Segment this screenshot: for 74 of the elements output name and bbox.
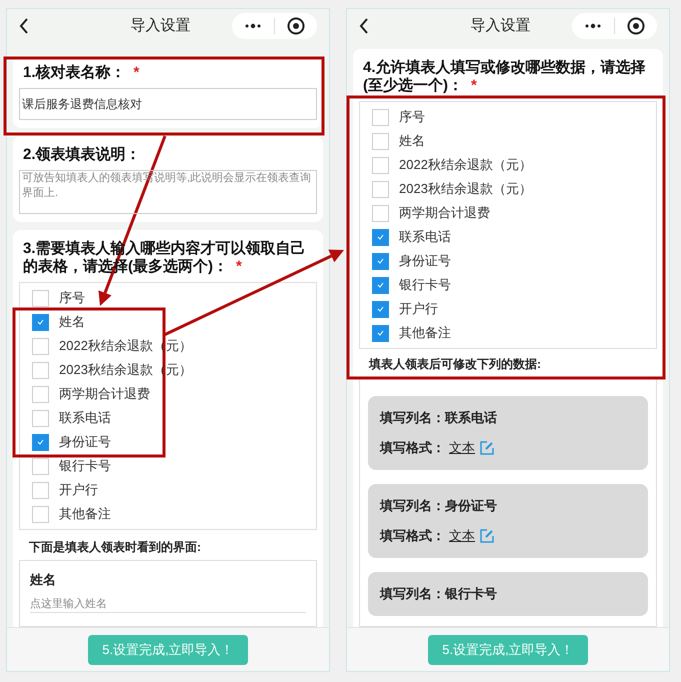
option-label: 联系电话 — [399, 228, 451, 246]
option-label: 2023秋结余退款（元） — [399, 180, 532, 198]
target-icon[interactable] — [627, 17, 645, 35]
check-icon — [377, 306, 384, 312]
preview-label: 姓名 — [30, 571, 57, 589]
checkbox[interactable] — [32, 458, 49, 474]
option-label: 其他备注 — [399, 324, 451, 342]
checkbox[interactable] — [372, 300, 389, 318]
checkbox[interactable] — [32, 314, 49, 330]
checkbox[interactable] — [32, 506, 49, 522]
edit-icon[interactable] — [479, 440, 495, 456]
checkbox[interactable] — [372, 180, 389, 198]
input-field[interactable]: 课后服务退费信息核对 — [19, 88, 317, 120]
check-icon — [377, 234, 384, 240]
option-label: 序号 — [59, 289, 85, 308]
checkbox[interactable] — [32, 338, 49, 354]
option-label: 联系电话 — [59, 409, 111, 428]
caption: 下面是填表人领表时看到的界面: — [28, 539, 202, 554]
check-icon — [37, 319, 44, 325]
format-label: 填写格式： — [380, 439, 445, 458]
column-name: 填写列名：联系电话 — [380, 409, 498, 427]
check-icon — [377, 282, 384, 288]
format-link[interactable]: 文本 — [449, 526, 475, 546]
option-label: 银行卡号 — [59, 457, 111, 476]
section-title: 4.允许填表人填写或修改哪些数据，请选择(至少选一个)： * — [362, 59, 647, 95]
checkbox[interactable] — [372, 108, 389, 126]
option-label: 开户行 — [59, 481, 98, 500]
caption: 填表人领表后可修改下列的数据: — [368, 356, 542, 371]
capsule-menu[interactable] — [232, 13, 317, 39]
check-icon — [37, 439, 44, 445]
section-title: 2.领表填表说明： — [22, 146, 142, 164]
option-label: 开户行 — [399, 300, 438, 318]
checkbox[interactable] — [32, 386, 49, 402]
checkbox[interactable] — [372, 228, 389, 246]
target-icon[interactable] — [287, 17, 305, 35]
checkbox[interactable] — [32, 290, 49, 306]
checkbox[interactable] — [372, 324, 389, 342]
section-title: 1.核对表名称： * — [22, 64, 140, 82]
option-label: 2022秋结余退款（元） — [59, 337, 192, 356]
format-label: 填写格式： — [380, 527, 445, 546]
option-label: 序号 — [399, 108, 425, 126]
option-label: 姓名 — [399, 132, 425, 150]
option-label: 2022秋结余退款（元） — [399, 156, 532, 174]
page-title: 导入设置 — [130, 16, 190, 36]
checkbox[interactable] — [372, 252, 389, 270]
checkbox[interactable] — [372, 276, 389, 294]
option-label: 两学期合计退费 — [59, 385, 150, 404]
checkbox[interactable] — [32, 434, 49, 450]
page-title: 导入设置 — [470, 16, 530, 36]
check-icon — [377, 258, 384, 264]
option-label: 其他备注 — [59, 505, 111, 524]
checkbox[interactable] — [372, 156, 389, 174]
format-link[interactable]: 文本 — [449, 438, 475, 458]
capsule-menu[interactable] — [572, 13, 657, 39]
option-label: 银行卡号 — [399, 276, 451, 294]
checkbox[interactable] — [372, 204, 389, 222]
back-icon[interactable] — [359, 18, 369, 34]
checkbox[interactable] — [32, 410, 49, 426]
back-icon[interactable] — [19, 18, 29, 34]
column-name: 填写列名：身份证号 — [380, 497, 498, 515]
option-label: 2023秋结余退款（元） — [59, 361, 192, 380]
option-label: 身份证号 — [399, 252, 451, 270]
checkbox[interactable] — [32, 482, 49, 498]
check-icon — [377, 330, 384, 336]
checkbox[interactable] — [32, 362, 49, 378]
checkbox[interactable] — [372, 132, 389, 150]
column-name: 填写列名：银行卡号 — [380, 585, 498, 603]
more-icon[interactable] — [244, 23, 262, 29]
input-field[interactable]: 点这里输入姓名 — [30, 595, 306, 613]
option-label: 身份证号 — [59, 433, 111, 452]
option-label: 姓名 — [59, 313, 85, 332]
option-label: 两学期合计退费 — [399, 204, 490, 222]
edit-icon[interactable] — [479, 528, 495, 544]
more-icon[interactable] — [584, 23, 602, 29]
